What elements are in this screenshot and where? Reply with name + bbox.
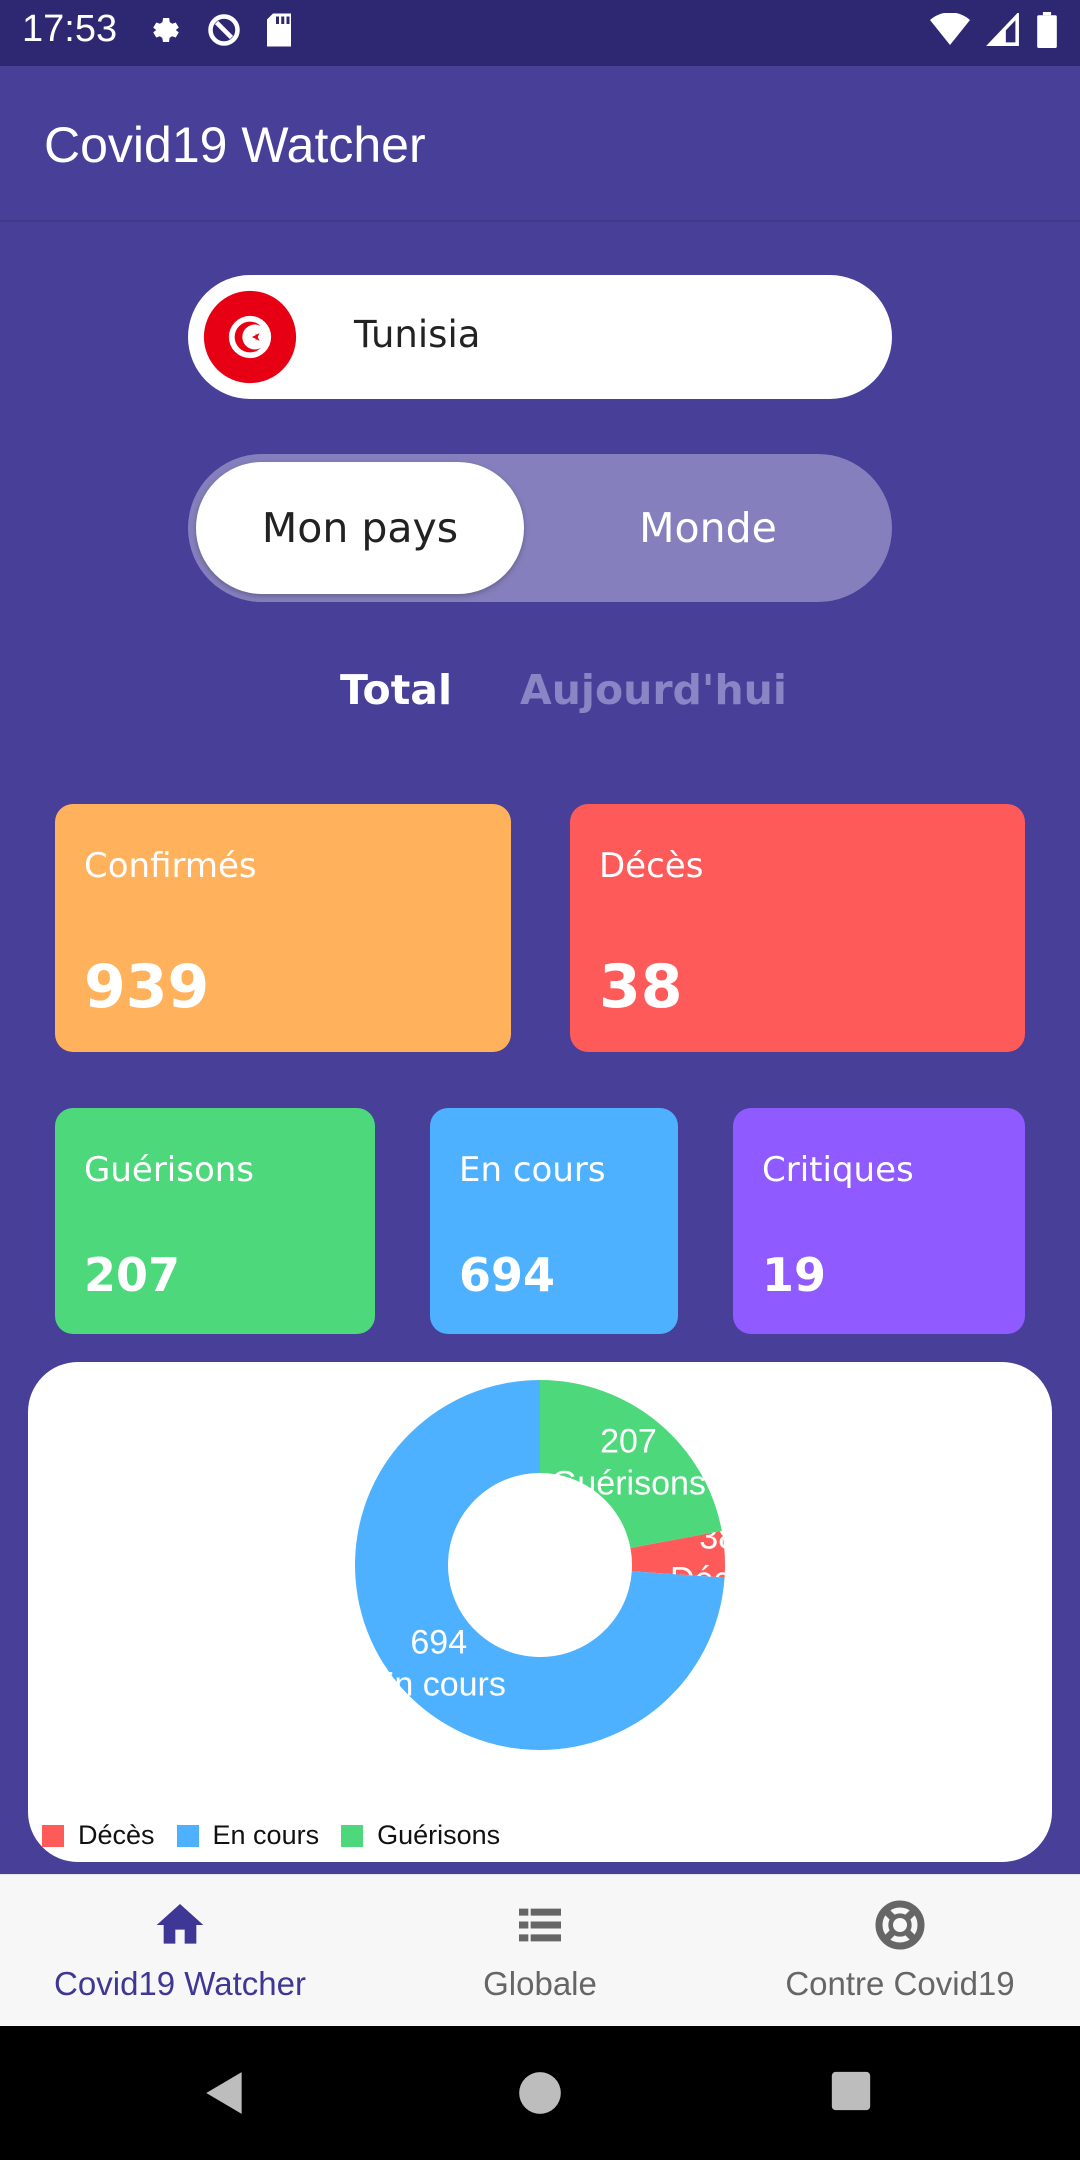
- stat-value: 694: [459, 1248, 556, 1302]
- status-time: 17:53: [22, 8, 118, 50]
- nav-label: Contre Covid19: [785, 1965, 1015, 2002]
- home-icon: [156, 1904, 204, 1944]
- back-icon[interactable]: [200, 2068, 250, 2118]
- legend-item: Guérisons: [341, 1820, 500, 1851]
- slice-value-label: 207: [600, 1422, 657, 1460]
- battery-icon: [1037, 12, 1057, 48]
- donut-hole: [460, 1485, 620, 1645]
- nav-label: Covid19 Watcher: [54, 1965, 306, 2002]
- tunisia-flag-icon: [203, 290, 297, 384]
- stat-label: En cours: [459, 1150, 606, 1190]
- nav-item-home[interactable]: Covid19 Watcher: [0, 1875, 360, 2027]
- stat-card-active: En cours 694: [430, 1108, 678, 1334]
- settings-icon: [153, 18, 179, 42]
- home-circle-icon[interactable]: [515, 2068, 565, 2118]
- sd-card-icon: [267, 13, 291, 47]
- stat-label: Guérisons: [84, 1150, 255, 1190]
- slice-category-label: En cours: [372, 1666, 506, 1704]
- stat-label: Confirmés: [84, 846, 257, 886]
- stat-label: Critiques: [762, 1150, 914, 1190]
- nav-label: Globale: [483, 1965, 597, 2002]
- chart-legend: Décès En cours Guérisons: [42, 1820, 522, 1851]
- stat-card-recovered: Guérisons 207: [55, 1108, 375, 1334]
- nav-item-against-covid[interactable]: Contre Covid19: [720, 1875, 1080, 2027]
- stat-value: 207: [84, 1248, 181, 1302]
- stat-card-confirmed: Confirmés 939: [55, 804, 511, 1052]
- legend-label: Décès: [78, 1820, 155, 1850]
- app-title: Covid19 Watcher: [44, 117, 426, 173]
- bottom-nav: Covid19 Watcher Globale Contre Covid19: [0, 1874, 1080, 2027]
- signal-icon: [986, 13, 1019, 46]
- stat-card-deaths: Décès 38: [570, 804, 1025, 1052]
- period-tabs: Total Aujourd'hui: [0, 666, 1080, 726]
- wifi-icon: [930, 13, 970, 45]
- stat-card-critical: Critiques 19: [733, 1108, 1025, 1334]
- recents-icon[interactable]: [828, 2068, 874, 2114]
- scope-world[interactable]: Monde: [558, 462, 858, 594]
- system-navigation-bar: [0, 2026, 1080, 2160]
- legend-swatch-active: [176, 1824, 199, 1847]
- legend-label: En cours: [212, 1820, 320, 1850]
- donut-chart: 38Décès694En cours207Guérisons: [355, 1380, 766, 1750]
- lifebuoy-icon: [875, 1900, 925, 1950]
- list-icon: [519, 1908, 561, 1942]
- legend-label: Guérisons: [377, 1820, 501, 1850]
- scope-toggle: Mon pays Monde: [188, 454, 892, 602]
- legend-swatch-deaths: [42, 1824, 64, 1847]
- chart-card: 38Décès694En cours207Guérisons Décès En …: [28, 1362, 1052, 1862]
- country-selector[interactable]: Tunisia: [188, 275, 892, 399]
- app-bar: Covid19 Watcher: [0, 66, 1080, 222]
- scope-my-country[interactable]: Mon pays: [196, 462, 524, 594]
- country-name: Tunisia: [354, 313, 481, 356]
- tab-total[interactable]: Total: [340, 666, 452, 714]
- data-saver-icon: [208, 14, 240, 46]
- legend-item: Décès: [42, 1820, 155, 1851]
- nav-item-global[interactable]: Globale: [360, 1875, 720, 2027]
- tab-today[interactable]: Aujourd'hui: [520, 666, 787, 714]
- stat-label: Décès: [599, 846, 704, 886]
- slice-value-label: 694: [410, 1624, 467, 1662]
- stat-value: 19: [762, 1248, 827, 1302]
- status-bar: 17:53: [0, 0, 1080, 66]
- legend-swatch-recovered: [341, 1824, 364, 1847]
- stat-value: 38: [599, 952, 683, 1022]
- legend-item: En cours: [176, 1820, 320, 1851]
- stat-value: 939: [84, 952, 210, 1022]
